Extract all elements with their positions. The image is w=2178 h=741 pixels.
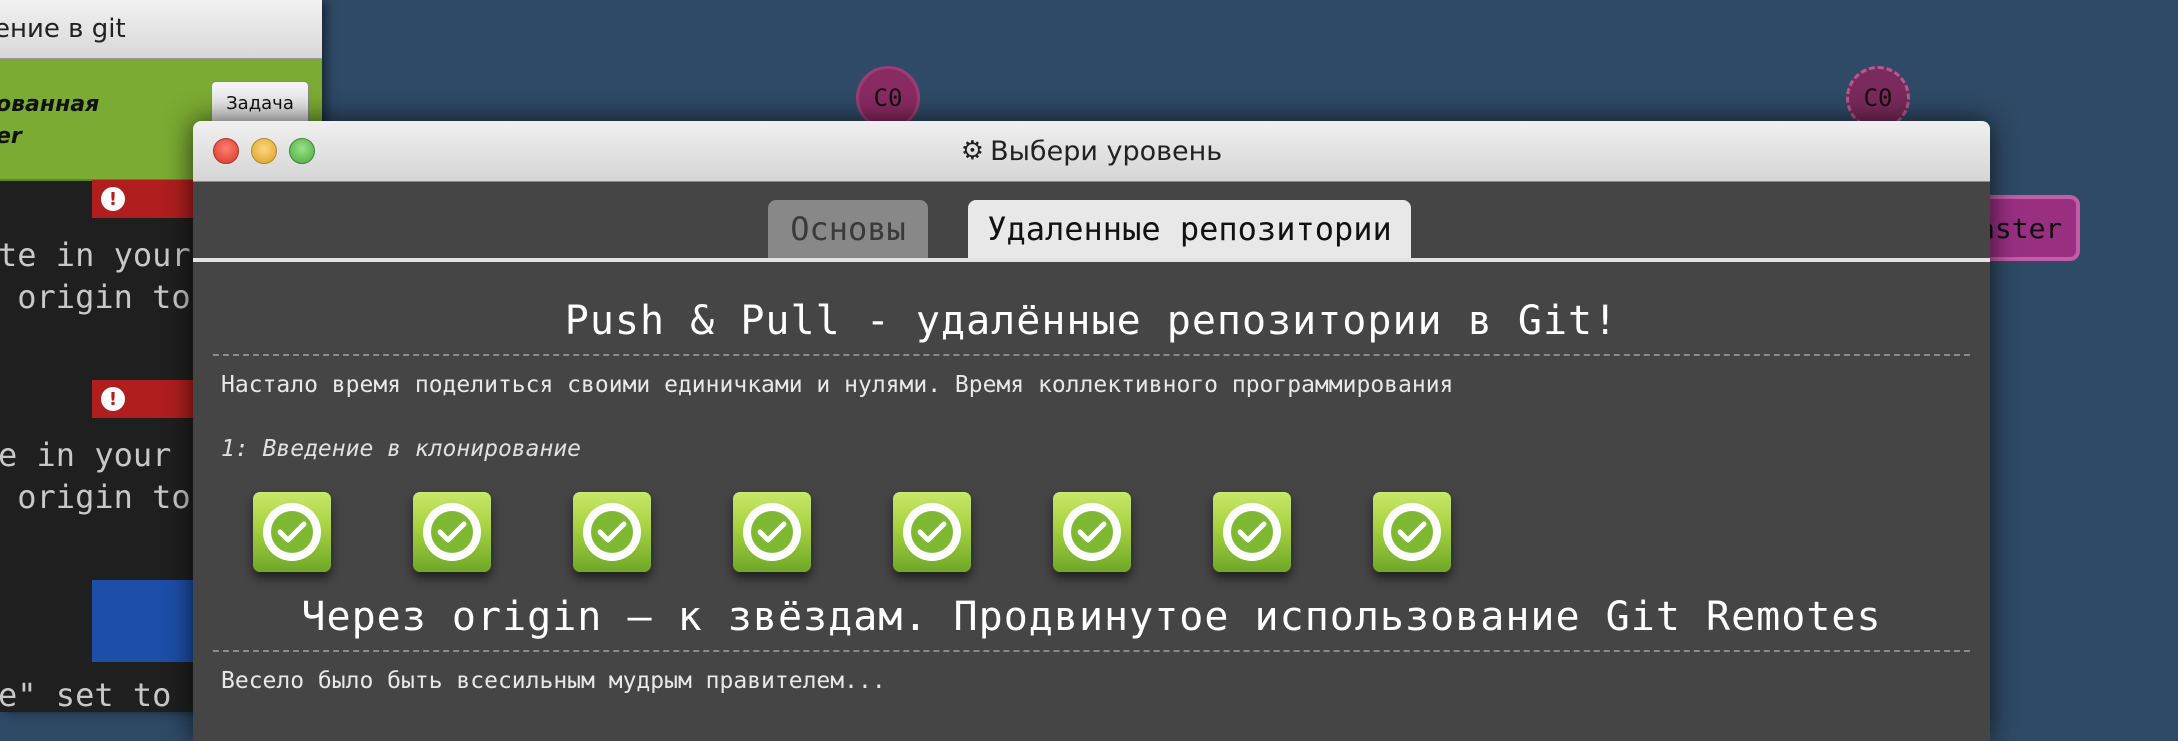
section-description: Весело было быть всесильным мудрым прави… [221, 668, 886, 694]
dialog-titlebar[interactable]: ⚙ Выбери уровень [193, 121, 1990, 182]
left-panel-title: ение в git [0, 14, 126, 44]
check-circle-icon [903, 503, 961, 561]
check-circle-icon [263, 503, 321, 561]
check-circle-icon [743, 503, 801, 561]
check-circle-icon [583, 503, 641, 561]
level-badge-8[interactable] [1373, 492, 1451, 572]
levels-row [193, 482, 1990, 594]
level-badge-2[interactable] [413, 492, 491, 572]
dialog-title: ⚙ Выбери уровень [961, 136, 1222, 167]
dialog-title-text: Выбери уровень [990, 135, 1223, 167]
goal-text: ованная er [0, 89, 99, 153]
task-button[interactable]: Задача [211, 81, 309, 125]
error-icon: ! [101, 187, 125, 211]
level-badge-4[interactable] [733, 492, 811, 572]
tab-remote-repositories[interactable]: Удаленные репозитории [968, 200, 1411, 258]
tabs-row: Основы Удаленные репозитории [193, 182, 1990, 262]
current-level-label: 1: Введение в клонирование [221, 436, 582, 462]
level-badge-7[interactable] [1213, 492, 1291, 572]
section-title: Push & Pull - удалённые репозитории в Gi… [213, 298, 1970, 356]
terminal-line: origin to [0, 478, 191, 516]
level-badge-5[interactable] [893, 492, 971, 572]
level-badge-6[interactable] [1053, 492, 1131, 572]
zoom-window-button[interactable] [289, 138, 315, 164]
goal-text-line: er [0, 124, 22, 149]
tab-basics[interactable]: Основы [768, 200, 928, 258]
terminal-line: origin to [0, 278, 191, 316]
level-select-dialog: ⚙ Выбери уровень Основы Удаленные репози… [193, 121, 1990, 741]
error-icon: ! [101, 387, 125, 411]
section-title: Через origin – к звёздам. Продвинутое ис… [213, 594, 1970, 652]
close-window-button[interactable] [213, 138, 239, 164]
check-circle-icon [423, 503, 481, 561]
terminal-line: te in your [0, 236, 191, 274]
goal-text-line: ованная [0, 92, 100, 117]
section-description: Настало время поделиться своими единичка… [221, 372, 1454, 398]
level-badge-1[interactable] [253, 492, 331, 572]
left-panel-titlebar: ение в git [0, 0, 322, 59]
gear-icon: ⚙ [960, 136, 985, 166]
minimize-window-button[interactable] [251, 138, 277, 164]
terminal-line: e" set to [0, 676, 172, 712]
check-circle-icon [1063, 503, 1121, 561]
level-badge-3[interactable] [573, 492, 651, 572]
check-circle-icon [1383, 503, 1441, 561]
check-circle-icon [1223, 503, 1281, 561]
terminal-line: e in your [0, 436, 172, 474]
